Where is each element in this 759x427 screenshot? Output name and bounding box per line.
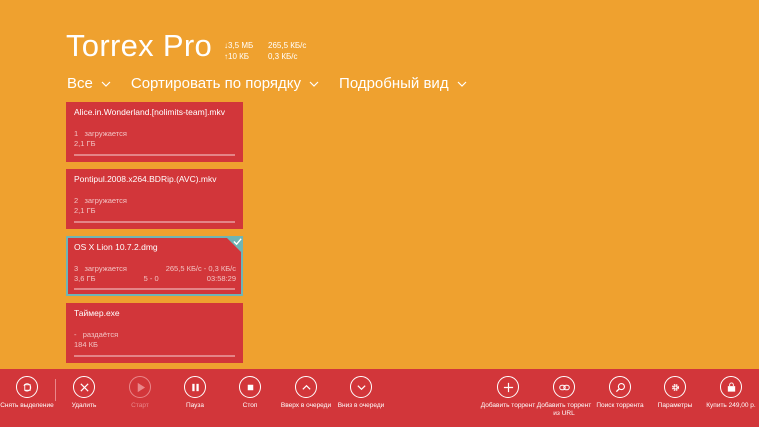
undo-select-icon (22, 382, 31, 391)
view-mode-dropdown[interactable]: Подробный вид (339, 75, 467, 92)
torrent-size: 2,1 ГБ (74, 206, 96, 215)
torrent-tile-selected[interactable]: OS X Lion 10.7.2.dmg 3 загружается 265,5… (66, 236, 243, 296)
progress-bar (74, 288, 235, 290)
chevron-up-icon (301, 384, 311, 390)
stop-icon (247, 384, 253, 390)
selected-check (225, 236, 243, 254)
torrent-status-line: 1 загружается (74, 129, 127, 138)
torrent-status-line: 2 загружается (74, 196, 127, 205)
pause-label: Пауза (185, 402, 205, 409)
search-torrent-label: Поиск торрента (596, 402, 644, 409)
sort-order-label: Сортировать по порядку (130, 75, 302, 92)
torrent-index: 2 (74, 196, 79, 205)
chevron-down-icon (356, 384, 366, 390)
checkmark-icon (233, 238, 242, 246)
delete-label: Удалить (71, 402, 97, 409)
buy-label: Купить 249,00 р. (706, 402, 756, 409)
clear-selection-label: Снять выделение (0, 402, 54, 409)
settings-button[interactable]: Параметры (645, 376, 705, 410)
add-torrent-label: Добавить торрент (480, 402, 536, 409)
close-icon (79, 382, 89, 392)
torrent-name: OS X Lion 10.7.2.dmg (74, 242, 158, 252)
add-torrent-url-button[interactable]: Добавить торрент из URL (534, 376, 594, 418)
move-up-label: Вверх в очереди (280, 402, 332, 409)
gear-icon (671, 383, 679, 391)
shopping-bag-icon (727, 381, 735, 392)
move-down-label: Вниз в очереди (337, 402, 385, 409)
app-title: Torrex Pro (66, 28, 212, 63)
torrent-index: - (74, 330, 77, 339)
sort-order-dropdown[interactable]: Сортировать по порядку (131, 75, 319, 92)
chevron-down-icon (309, 81, 319, 87)
torrent-list: Alice.in.Wonderland.[nolimits-team].mkv … (66, 102, 243, 370)
chevron-down-icon (101, 81, 111, 87)
torrent-index: 3 (74, 264, 79, 273)
progress-bar (74, 221, 235, 223)
play-icon (137, 382, 145, 392)
start-button[interactable]: Старт (110, 376, 170, 410)
pause-icon (191, 383, 199, 391)
progress-bar (74, 355, 235, 357)
filter-all-label: Все (67, 75, 93, 92)
torrent-name: Pontipul.2008.x264.BDRip.(AVC).mkv (74, 174, 217, 184)
torrent-size: 184 КБ (74, 340, 98, 349)
torrent-tile[interactable]: Alice.in.Wonderland.[nolimits-team].mkv … (66, 102, 243, 162)
add-torrent-url-label: Добавить торрент из URL (536, 402, 592, 417)
torrent-index: 1 (74, 129, 79, 138)
torrent-peers: 5 - 0 (143, 274, 159, 283)
torrent-time-left: 03:58:29 (206, 274, 236, 283)
upload-total: ↑10 КБ (224, 52, 250, 61)
pause-button[interactable]: Пауза (165, 376, 225, 410)
torrent-size: 3,6 ГБ (74, 274, 96, 283)
torrent-name: Alice.in.Wonderland.[nolimits-team].mkv (74, 107, 226, 117)
torrent-tile[interactable]: Pontipul.2008.x264.BDRip.(AVC).mkv 2 заг… (66, 169, 243, 229)
torrent-status: загружается (84, 196, 127, 205)
torrent-status: загружается (84, 264, 127, 273)
torrent-size: 2,1 ГБ (74, 139, 96, 148)
torrent-speed: 265,5 КБ/с - 0,3 КБ/с (165, 264, 236, 273)
search-torrent-button[interactable]: Поиск торрента (590, 376, 650, 410)
download-speed: 265,5 КБ/с (268, 41, 307, 50)
filter-all-dropdown[interactable]: Все (67, 75, 111, 92)
view-mode-label: Подробный вид (339, 75, 449, 92)
add-torrent-button[interactable]: Добавить торрент (478, 376, 538, 410)
download-total: ↓3,5 МБ (224, 41, 254, 50)
torrent-status: раздаётся (82, 330, 119, 339)
start-label: Старт (131, 402, 149, 409)
link-icon (558, 384, 570, 390)
torrent-status: загружается (84, 129, 127, 138)
torrent-status-line: - раздаётся (74, 330, 118, 339)
settings-label: Параметры (657, 402, 693, 409)
delete-button[interactable]: Удалить (54, 376, 114, 410)
app-bar: Снять выделение Удалить Старт Пауза Стоп… (0, 369, 759, 427)
torrent-name: Таймер.exe (74, 308, 120, 318)
plus-icon (503, 382, 513, 392)
transfer-totals: ↓3,5 МБ ↑10 КБ (224, 40, 253, 62)
progress-bar (74, 154, 235, 156)
stop-button[interactable]: Стоп (220, 376, 280, 410)
stop-label: Стоп (242, 402, 258, 409)
search-icon (615, 382, 625, 392)
buy-button[interactable]: Купить 249,00 р. (701, 376, 759, 410)
transfer-speeds: 265,5 КБ/с 0,3 КБ/с (268, 40, 306, 62)
filter-bar: Все Сортировать по порядку Подробный вид (67, 75, 467, 92)
upload-speed: 0,3 КБ/с (268, 52, 298, 61)
chevron-down-icon (457, 81, 467, 87)
move-down-button[interactable]: Вниз в очереди (331, 376, 391, 410)
move-up-button[interactable]: Вверх в очереди (276, 376, 336, 410)
torrent-tile[interactable]: Таймер.exe - раздаётся 184 КБ (66, 303, 243, 363)
clear-selection-button[interactable]: Снять выделение (0, 376, 57, 410)
torrent-status-line: 3 загружается (74, 264, 127, 273)
